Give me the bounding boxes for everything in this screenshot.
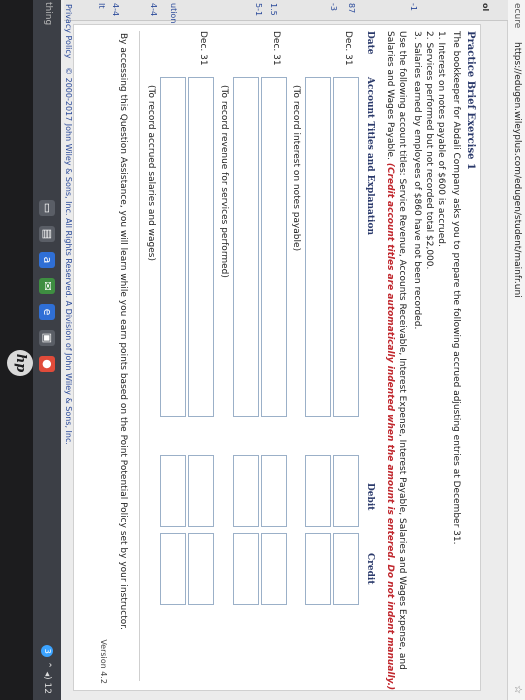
url-text[interactable]: https://edugen.wileyplus.com/edugen/stud…: [512, 42, 522, 298]
taskbar: thing ▭ ▤ a ✉ e ▣ ● 3 ⌃ ◂) 12: [33, 0, 61, 700]
sidebar-item[interactable]: -1: [409, 3, 418, 11]
instruction-line: Use the following account titles: Servic…: [397, 31, 407, 670]
taskbar-search[interactable]: thing: [43, 2, 53, 25]
debit-input[interactable]: [261, 455, 287, 527]
instruction-line: Salaries and Wages Payable. (Credit acco…: [385, 31, 395, 690]
edge-icon[interactable]: e: [39, 304, 55, 320]
sidebar-item[interactable]: 4-4: [149, 3, 158, 16]
credit-input[interactable]: [333, 533, 359, 605]
entry-date: Dec. 31: [198, 31, 208, 66]
notification-badge[interactable]: 3: [41, 645, 53, 658]
sidebar-item[interactable]: ol: [481, 3, 490, 11]
point-policy-text: By accessing this Question Assistance, y…: [118, 33, 128, 630]
account-input[interactable]: [188, 77, 214, 417]
version-label: Version 4.2: [99, 639, 108, 684]
system-tray[interactable]: 3 ⌃ ◂) 12: [41, 645, 53, 694]
col-header-debit: Debit: [365, 483, 375, 511]
exercise-item: 1. Interest on notes payable of $600 is …: [436, 31, 446, 247]
col-header-account: Account Titles and Explanation: [365, 77, 375, 236]
sidebar-item[interactable]: 4-4: [111, 3, 120, 16]
account-input[interactable]: [333, 77, 359, 417]
exercise-intro: The bookkeeper for Abdali Company asks y…: [451, 31, 461, 545]
exercise-title: Practice Brief Exercise 1: [465, 31, 476, 170]
instruction-text: Salaries and Wages Payable.: [385, 31, 395, 160]
credit-input[interactable]: [160, 533, 186, 605]
copyright-notice: © 2000-2017 John Wiley & Sons, Inc. All …: [64, 67, 73, 445]
store-icon[interactable]: a: [39, 252, 55, 268]
sidebar-item[interactable]: It: [97, 3, 106, 9]
sidebar-item[interactable]: 1.5: [269, 3, 278, 16]
debit-input[interactable]: [188, 455, 214, 527]
debit-input[interactable]: [333, 455, 359, 527]
sidebar-item[interactable]: 5-1: [254, 3, 263, 16]
exercise-panel: Practice Brief Exercise 1 The bookkeeper…: [73, 24, 481, 691]
account-input[interactable]: [233, 77, 259, 417]
bookmark-star-icon[interactable]: ☆: [512, 685, 523, 694]
divider: [139, 31, 140, 681]
debit-input[interactable]: [305, 455, 331, 527]
exercise-item: 2. Services performed but not recorded t…: [424, 31, 434, 270]
entry-note: (To record accrued salaries and wages): [146, 85, 156, 262]
account-input[interactable]: [305, 77, 331, 417]
credit-input[interactable]: [305, 533, 331, 605]
privacy-policy-link[interactable]: Privacy Policy: [64, 4, 73, 59]
sidebar-item[interactable]: 87: [347, 3, 356, 13]
credit-input[interactable]: [233, 533, 259, 605]
lock-icon[interactable]: ▣: [39, 330, 55, 346]
entry-note: (To record revenue for services performe…: [219, 85, 229, 278]
col-header-date: Date: [365, 31, 375, 55]
chrome-icon[interactable]: ●: [39, 356, 55, 372]
debit-input[interactable]: [233, 455, 259, 527]
entry-date: Dec. 31: [343, 31, 353, 66]
address-bar[interactable]: ecure https://edugen.wileyplus.com/eduge…: [507, 0, 525, 700]
debit-input[interactable]: [160, 455, 186, 527]
credit-input[interactable]: [261, 533, 287, 605]
task-view-icon[interactable]: ▭: [39, 200, 55, 216]
exercise-item: 3. Salaries earned by employees of $860 …: [412, 31, 422, 330]
col-header-credit: Credit: [365, 553, 375, 585]
account-input[interactable]: [261, 77, 287, 417]
credit-input[interactable]: [188, 533, 214, 605]
instruction-note: (Credit account titles are automatically…: [385, 162, 395, 691]
file-explorer-icon[interactable]: ▤: [39, 226, 55, 242]
entry-date: Dec. 31: [271, 31, 281, 66]
sidebar: ol -1 87 -3 1.5 5-1 ution 4-4 4-4 It: [64, 0, 508, 23]
sidebar-item[interactable]: ution: [169, 3, 178, 23]
copyright-bar: Privacy Policy © 2000-2017 John Wiley & …: [61, 0, 73, 700]
security-indicator: ecure: [512, 3, 522, 29]
account-input[interactable]: [160, 77, 186, 417]
sidebar-item[interactable]: -3: [329, 3, 338, 11]
clock[interactable]: 12: [42, 683, 52, 694]
screen: ecure https://edugen.wileyplus.com/eduge…: [0, 0, 525, 700]
mail-icon[interactable]: ✉: [39, 278, 55, 294]
entry-note: (To record interest on notes payable): [291, 85, 301, 252]
hp-logo: hp: [7, 350, 33, 376]
tray-icons[interactable]: ⌃ ◂): [42, 661, 52, 682]
